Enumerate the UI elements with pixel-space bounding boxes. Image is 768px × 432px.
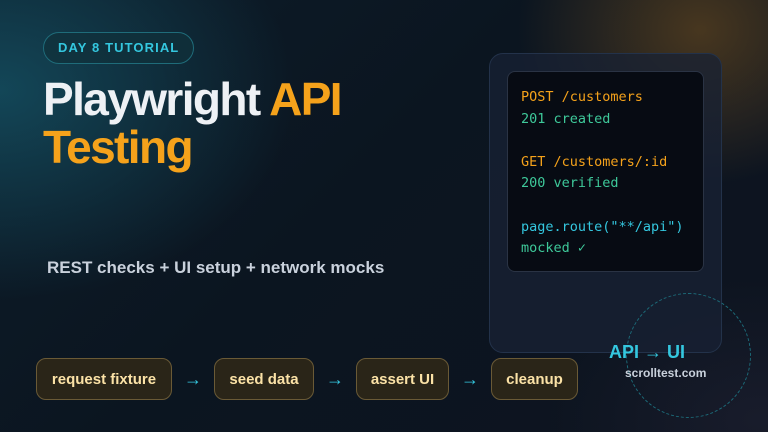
title-testing: Testing (43, 121, 194, 173)
code-line-201: 201 created (521, 110, 611, 127)
code-line-route: page.route("**/api") (521, 218, 684, 235)
code-gap (521, 195, 703, 217)
code-gap (521, 130, 703, 152)
subtitle: REST checks + UI setup + network mocks (47, 258, 385, 277)
code-snippet: POST /customers 201 created GET /custome… (507, 71, 704, 272)
api-to-ui-label: API → UI (609, 342, 686, 362)
title-api: API (269, 73, 342, 125)
flow-arrow-icon: → (184, 369, 202, 389)
title-playwright: Playwright (43, 73, 261, 125)
code-line-mocked: mocked ✓ (521, 240, 587, 257)
code-line-get: GET /customers/:id (521, 153, 668, 170)
flow-arrow-icon: → (326, 369, 344, 389)
site-url: scrolltest.com (625, 366, 707, 380)
code-line-post: POST /customers (521, 89, 643, 105)
flow-step-cleanup: cleanup (491, 358, 578, 400)
page-title: Playwright API Testing (43, 73, 343, 173)
flow-step-assert-ui: assert UI (356, 358, 449, 400)
code-line-200: 200 verified (521, 175, 619, 192)
tutorial-day-badge: DAY 8 TUTORIAL (43, 32, 195, 64)
flow-arrow-icon: → (461, 369, 479, 389)
flow-step-request-fixture: request fixture (36, 358, 172, 400)
flow-step-seed-data: seed data (214, 358, 314, 400)
